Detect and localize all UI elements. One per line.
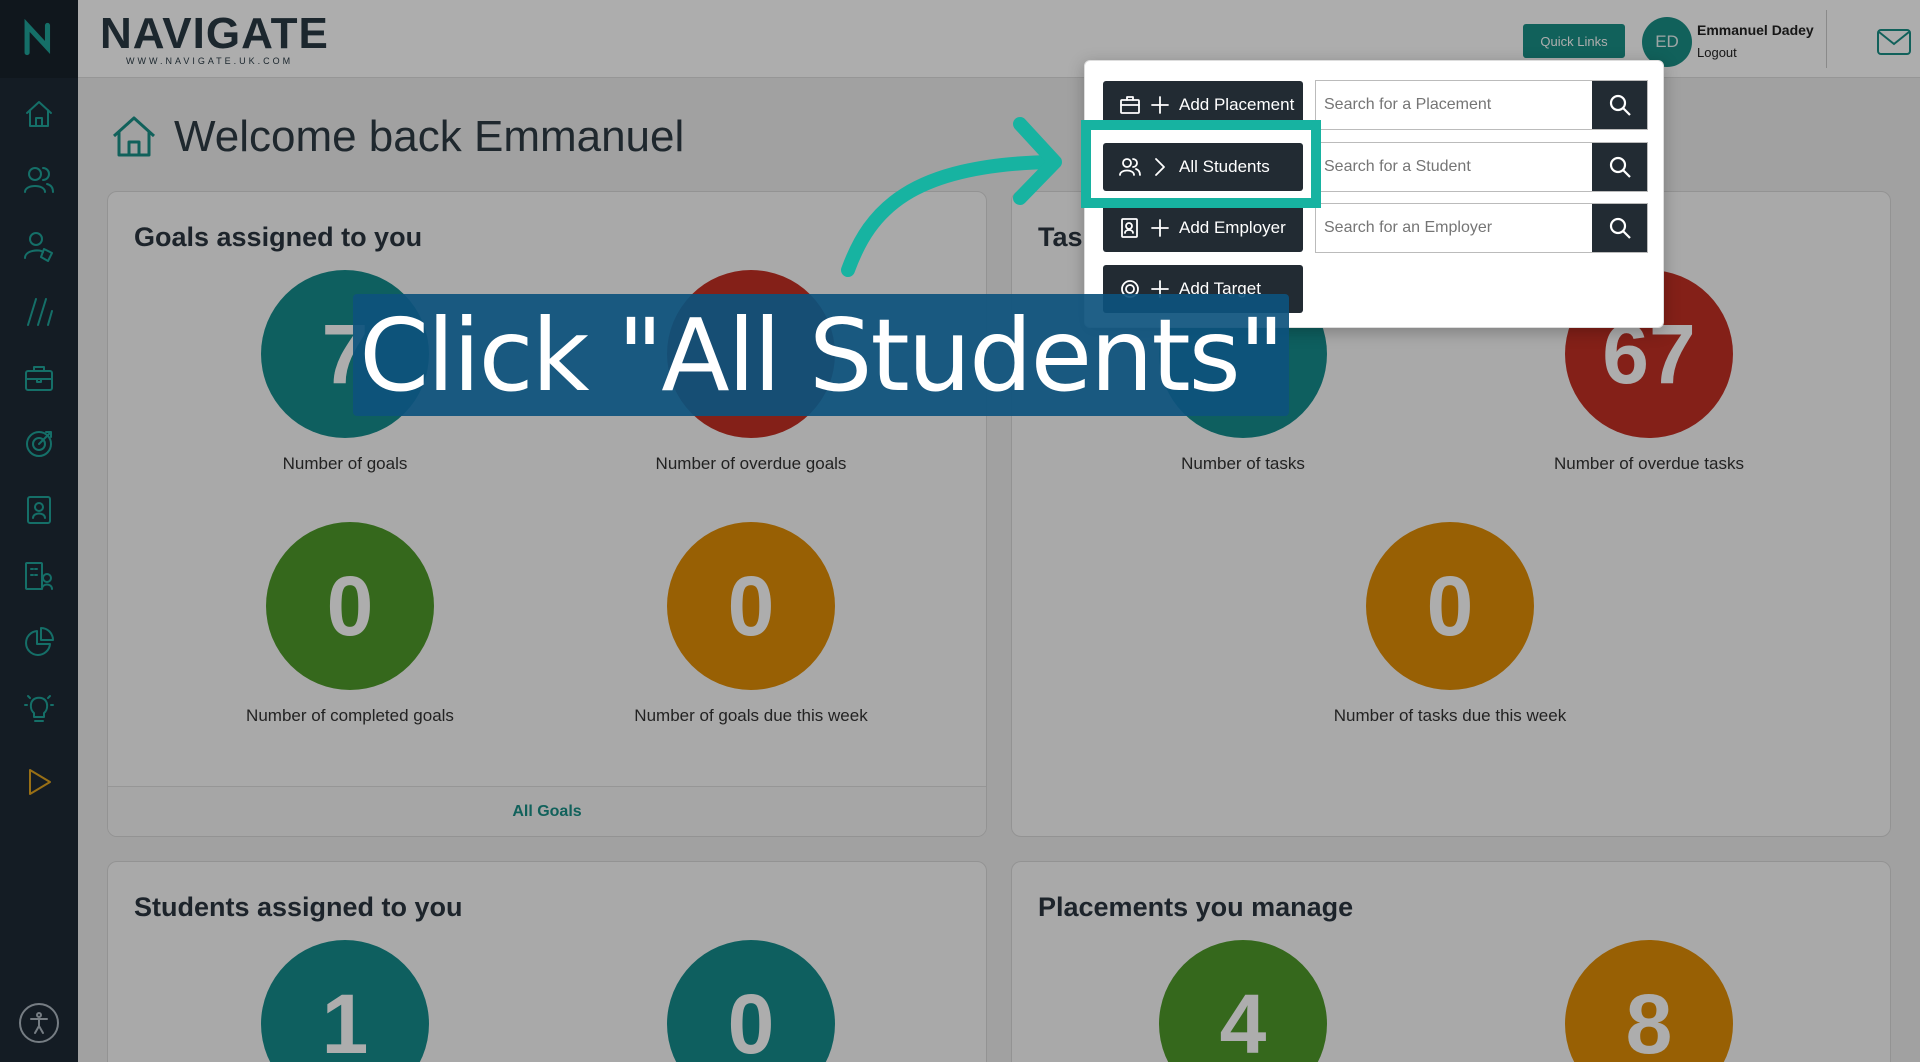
- search-employer-button[interactable]: [1592, 204, 1647, 252]
- search-employer: [1315, 203, 1648, 253]
- search-placement-button[interactable]: [1592, 81, 1647, 129]
- tutorial-arrow: [830, 110, 1080, 280]
- search-employer-input[interactable]: [1316, 204, 1592, 252]
- tutorial-highlight-box: [1081, 120, 1321, 208]
- search-student-input[interactable]: [1316, 143, 1592, 191]
- search-placement: [1315, 80, 1648, 130]
- search-icon: [1609, 156, 1631, 178]
- search-student: [1315, 142, 1648, 192]
- search-icon: [1609, 94, 1631, 116]
- add-placement-label: Add Placement: [1179, 95, 1295, 114]
- tutorial-instruction-banner: Click "All Students": [353, 294, 1289, 416]
- add-employer-label: Add Employer: [1179, 218, 1286, 237]
- search-student-button[interactable]: [1592, 143, 1647, 191]
- contact-card-icon: [1121, 218, 1138, 238]
- search-placement-input[interactable]: [1316, 81, 1592, 129]
- search-icon: [1609, 217, 1631, 239]
- briefcase-icon: [1120, 96, 1140, 114]
- plus-icon: [1151, 96, 1169, 114]
- plus-icon: [1151, 219, 1169, 237]
- add-employer-button[interactable]: Add Employer: [1103, 204, 1303, 252]
